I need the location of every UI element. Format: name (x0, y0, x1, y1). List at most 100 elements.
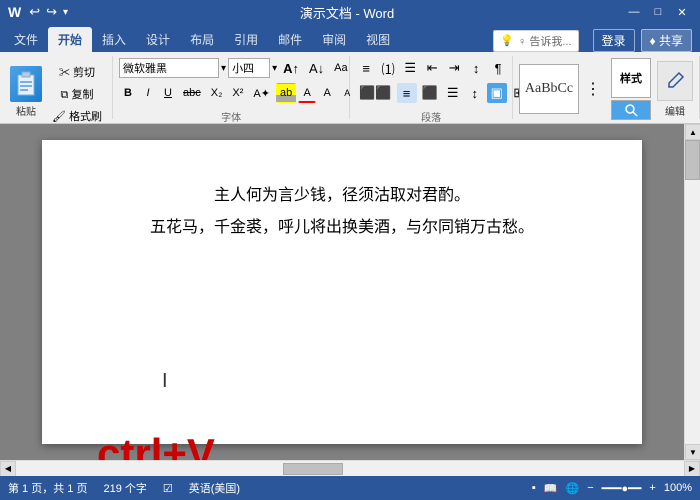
share-btn[interactable]: ♦ 共享 (641, 29, 692, 52)
tab-insert[interactable]: 插入 (92, 27, 136, 52)
page-info: 第 1 页，共 1 页 (8, 480, 87, 496)
scroll-down-btn[interactable]: ▼ (685, 444, 700, 460)
title-bar: W ↩ ↪ ▾ 演示文档 - Word — □ ✕ (0, 0, 700, 24)
shading-btn[interactable]: ▣ (487, 83, 507, 103)
window-controls: — □ ✕ (624, 4, 692, 20)
check-icon: ☑ (163, 482, 173, 495)
doc-line2: 五花马，千金裘，呼儿将出换美酒，与尔同销万古愁。 (102, 212, 582, 244)
zoom-out-btn[interactable]: − (587, 482, 593, 494)
zoom-level: 100% (664, 482, 692, 494)
scroll-up-btn[interactable]: ▲ (685, 124, 700, 140)
scroll-thumb[interactable] (685, 140, 700, 180)
multilevel-btn[interactable]: ☰ (400, 58, 420, 78)
clipboard-group: 粘贴 ✂ 剪切 ⧉ 复制 🖌 格式刷 剪贴板 (0, 56, 113, 119)
format-painter-btn[interactable]: 🖌 格式刷 (48, 106, 106, 126)
style-search-btn[interactable] (611, 100, 651, 120)
tab-view[interactable]: 视图 (356, 27, 400, 52)
view-read-btn[interactable]: 📖 (544, 482, 558, 495)
font-color-btn[interactable]: A (298, 83, 316, 103)
h-scrollbar[interactable]: ◀ ▶ (0, 460, 700, 476)
tab-file[interactable]: 文件 (4, 27, 48, 52)
tab-references[interactable]: 引用 (224, 27, 268, 52)
ribbon-tabs: 文件 开始 插入 设计 布局 引用 邮件 审阅 视图 💡 ♀ 告诉我... 登录… (0, 24, 700, 52)
subscript-btn[interactable]: X₂ (207, 83, 227, 103)
edit-label: 编辑 (665, 103, 685, 118)
increase-indent-btn[interactable]: ⇥ (444, 58, 464, 78)
font-name-dropdown[interactable]: ▾ (221, 63, 226, 74)
font-size-dropdown[interactable]: ▾ (272, 63, 277, 74)
zoom-in-btn[interactable]: + (649, 482, 655, 494)
tab-layout[interactable]: 布局 (180, 27, 224, 52)
v-scrollbar[interactable]: ▲ ▼ (684, 124, 700, 460)
font-name-input[interactable] (119, 58, 219, 78)
sort-btn[interactable]: ↕ (466, 58, 486, 78)
tab-review[interactable]: 审阅 (312, 27, 356, 52)
cut-btn[interactable]: ✂ 剪切 (48, 62, 106, 82)
view-normal-btn[interactable]: ▪ (532, 482, 536, 494)
style-btn[interactable]: 样式 (611, 58, 651, 98)
edit-btn[interactable] (657, 61, 693, 101)
ribbon-toolbar: 粘贴 ✂ 剪切 ⧉ 复制 🖌 格式刷 剪贴板 ▾ ▾ A↑ A↓ Aa (0, 52, 700, 124)
para-row1: ≡ ⑴ ☰ ⇤ ⇥ ↕ ¶ (356, 58, 529, 78)
undo-btn[interactable]: ↩ (27, 4, 42, 20)
title-left: W ↩ ↪ ▾ (8, 4, 70, 20)
font-row2: B I U abc X₂ X² A✦ ab A A A A² (119, 83, 377, 103)
italic-btn[interactable]: I (139, 83, 157, 103)
styles-preview[interactable]: AaBbCc (519, 64, 579, 114)
align-center-btn[interactable]: ≡ (397, 83, 417, 103)
customize-btn[interactable]: ▾ (61, 7, 70, 18)
window-title: 演示文档 - Word (300, 3, 394, 22)
h-scroll-track[interactable] (16, 461, 684, 476)
strikethrough-btn[interactable]: abc (179, 83, 205, 103)
line-spacing-btn[interactable]: ↕ (465, 83, 485, 103)
copy-btn[interactable]: ⧉ 复制 (48, 84, 106, 104)
bold-btn[interactable]: B (119, 83, 137, 103)
text-effect-btn[interactable]: A✦ (249, 83, 274, 103)
word-count: 219 个字 (103, 480, 146, 496)
tell-me-text: ♀ 告诉我... (518, 33, 571, 49)
h-scroll-left-btn[interactable]: ◀ (0, 461, 16, 477)
para-group: ≡ ⑴ ☰ ⇤ ⇥ ↕ ¶ ⬛⬛ ≡ ⬛ ☰ ↕ ▣ ⊞ 段落 (350, 56, 513, 119)
align-left-btn[interactable]: ⬛⬛ (356, 83, 394, 103)
clear-format-btn[interactable]: Aa (330, 58, 351, 78)
h-scroll-thumb[interactable] (283, 463, 343, 475)
show-para-btn[interactable]: ¶ (488, 58, 508, 78)
bullets-btn[interactable]: ≡ (356, 58, 376, 78)
align-right-btn[interactable]: ⬛ (419, 83, 441, 103)
view-web-btn[interactable]: 🌐 (566, 482, 580, 495)
h-scroll-right-btn[interactable]: ▶ (684, 461, 700, 477)
underline-btn[interactable]: U (159, 83, 177, 103)
cursor: I (162, 370, 168, 393)
scroll-track[interactable] (685, 140, 700, 444)
font-group: ▾ ▾ A↑ A↓ Aa B I U abc X₂ X² A✦ ab A A A… (113, 56, 350, 119)
tab-mailings[interactable]: 邮件 (268, 27, 312, 52)
login-btn[interactable]: 登录 (593, 29, 635, 52)
font-label: 字体 (119, 107, 343, 124)
status-bar: 第 1 页，共 1 页 219 个字 ☑ 英语(美国) ▪ 📖 🌐 − ━━━●… (0, 476, 700, 500)
shrink-font-btn[interactable]: A↓ (305, 58, 328, 78)
edit-icon (665, 71, 685, 91)
zoom-slider[interactable]: ━━━●━━ (602, 482, 642, 495)
maximize-btn[interactable]: □ (648, 4, 668, 20)
redo-btn[interactable]: ↪ (44, 4, 59, 20)
doc-line1: 主人何为言少钱，径须沽取对君酌。 (102, 180, 582, 212)
minimize-btn[interactable]: — (624, 4, 644, 20)
justify-btn[interactable]: ☰ (443, 83, 463, 103)
font-size-input[interactable] (228, 58, 270, 78)
superscript-btn[interactable]: X² (228, 83, 247, 103)
search-icon (624, 103, 638, 117)
decrease-indent-btn[interactable]: ⇤ (422, 58, 442, 78)
tell-me-box[interactable]: 💡 ♀ 告诉我... (493, 30, 578, 52)
shortcut-hint: ctrl+V (97, 430, 215, 460)
tab-home[interactable]: 开始 (48, 27, 92, 52)
close-btn[interactable]: ✕ (672, 4, 692, 20)
numbering-btn[interactable]: ⑴ (378, 58, 398, 78)
highlight-btn[interactable]: ab (276, 83, 296, 103)
font-size-aa1[interactable]: A (318, 83, 336, 103)
styles-expand-btn[interactable]: ⋮ (581, 79, 605, 99)
styles-inner: AaBbCc ⋮ 样式 编辑 (519, 58, 693, 120)
paste-btn[interactable]: 粘贴 (6, 64, 46, 120)
tab-design[interactable]: 设计 (136, 27, 180, 52)
font-row1: ▾ ▾ A↑ A↓ Aa (119, 58, 377, 78)
grow-font-btn[interactable]: A↑ (279, 58, 303, 78)
